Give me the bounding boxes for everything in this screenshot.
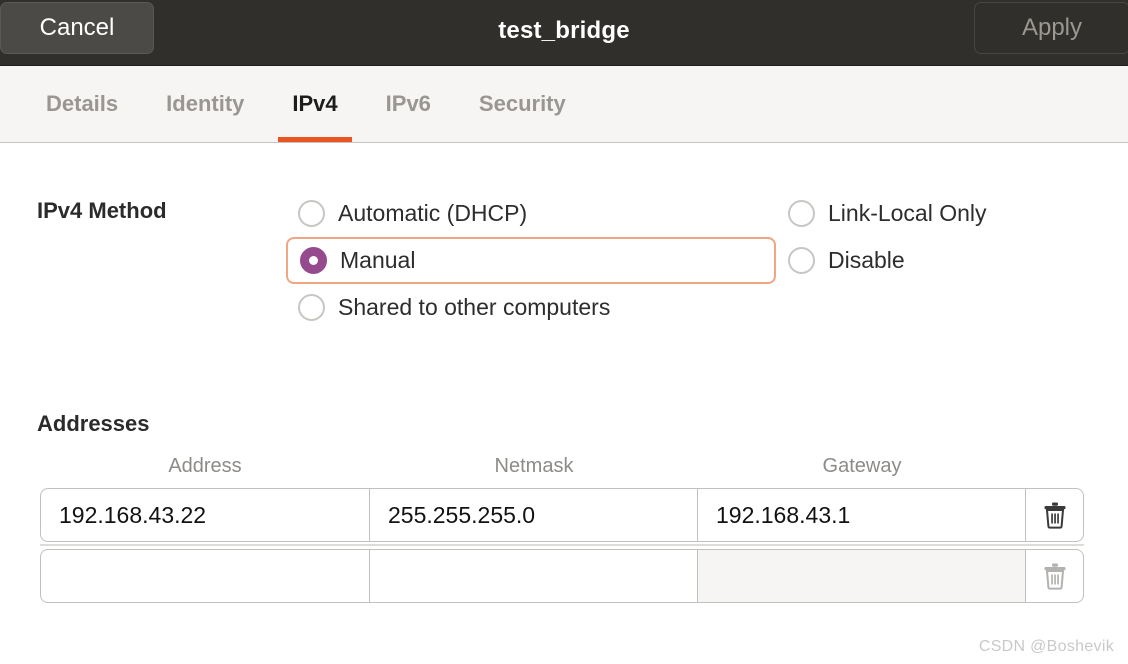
watermark-text: CSDN @Boshevik [979,638,1114,656]
trash-icon [1042,562,1068,590]
trash-icon [1042,501,1068,529]
tab-ipv4[interactable]: IPv4 [268,66,361,142]
window-title: test_bridge [0,0,1128,66]
tab-bar: Details Identity IPv4 IPv6 Security [0,66,1128,143]
table-row [40,549,1084,603]
tab-details[interactable]: Details [22,66,142,142]
tab-identity[interactable]: Identity [142,66,268,142]
radio-automatic-dhcp[interactable]: Automatic (DHCP) [286,190,776,237]
tab-list: Details Identity IPv4 IPv6 Security [22,66,590,142]
addresses-label: Addresses [37,411,150,437]
delete-address-button-row-2[interactable] [1026,549,1084,603]
radio-label: Automatic (DHCP) [338,200,527,227]
ipv4-method-label: IPv4 Method [37,198,167,224]
apply-button[interactable]: Apply [974,2,1128,54]
radio-indicator-icon [788,247,815,274]
radio-shared-to-other-computers[interactable]: Shared to other computers [286,284,776,331]
radio-label: Disable [828,247,905,274]
address-input-row-1[interactable]: 192.168.43.22 [40,488,370,542]
column-header-address: Address [40,455,370,478]
address-input-row-2[interactable] [40,549,370,603]
netmask-input-row-2[interactable] [370,549,698,603]
radio-indicator-icon [298,200,325,227]
window-titlebar: Cancel test_bridge Apply [0,0,1128,66]
radio-disable[interactable]: Disable [776,237,1106,284]
addresses-table: 192.168.43.22 255.255.255.0 192.168.43.1 [40,488,1084,603]
gateway-input-row-2[interactable] [698,549,1026,603]
addresses-column-headers: Address Netmask Gateway [40,455,1026,478]
gateway-input-row-1[interactable]: 192.168.43.1 [698,488,1026,542]
radio-manual[interactable]: Manual [286,237,776,284]
tab-ipv6[interactable]: IPv6 [362,66,455,142]
table-row: 192.168.43.22 255.255.255.0 192.168.43.1 [40,488,1084,542]
radio-label: Manual [340,247,415,274]
radio-label: Shared to other computers [338,294,610,321]
radio-indicator-icon [298,294,325,321]
ipv4-method-options-left: Automatic (DHCP) Manual Shared to other … [286,190,776,331]
radio-indicator-icon [300,247,327,274]
radio-label: Link-Local Only [828,200,987,227]
netmask-input-row-1[interactable]: 255.255.255.0 [370,488,698,542]
delete-address-button-row-1[interactable] [1026,488,1084,542]
radio-link-local-only[interactable]: Link-Local Only [776,190,1106,237]
radio-indicator-icon [788,200,815,227]
row-separator [40,544,1084,546]
ipv4-method-options-right: Link-Local Only Disable [776,190,1106,284]
column-header-netmask: Netmask [370,455,698,478]
column-header-gateway: Gateway [698,455,1026,478]
ipv4-settings-panel: IPv4 Method Automatic (DHCP) Manual Shar… [0,143,1128,664]
tab-security[interactable]: Security [455,66,590,142]
